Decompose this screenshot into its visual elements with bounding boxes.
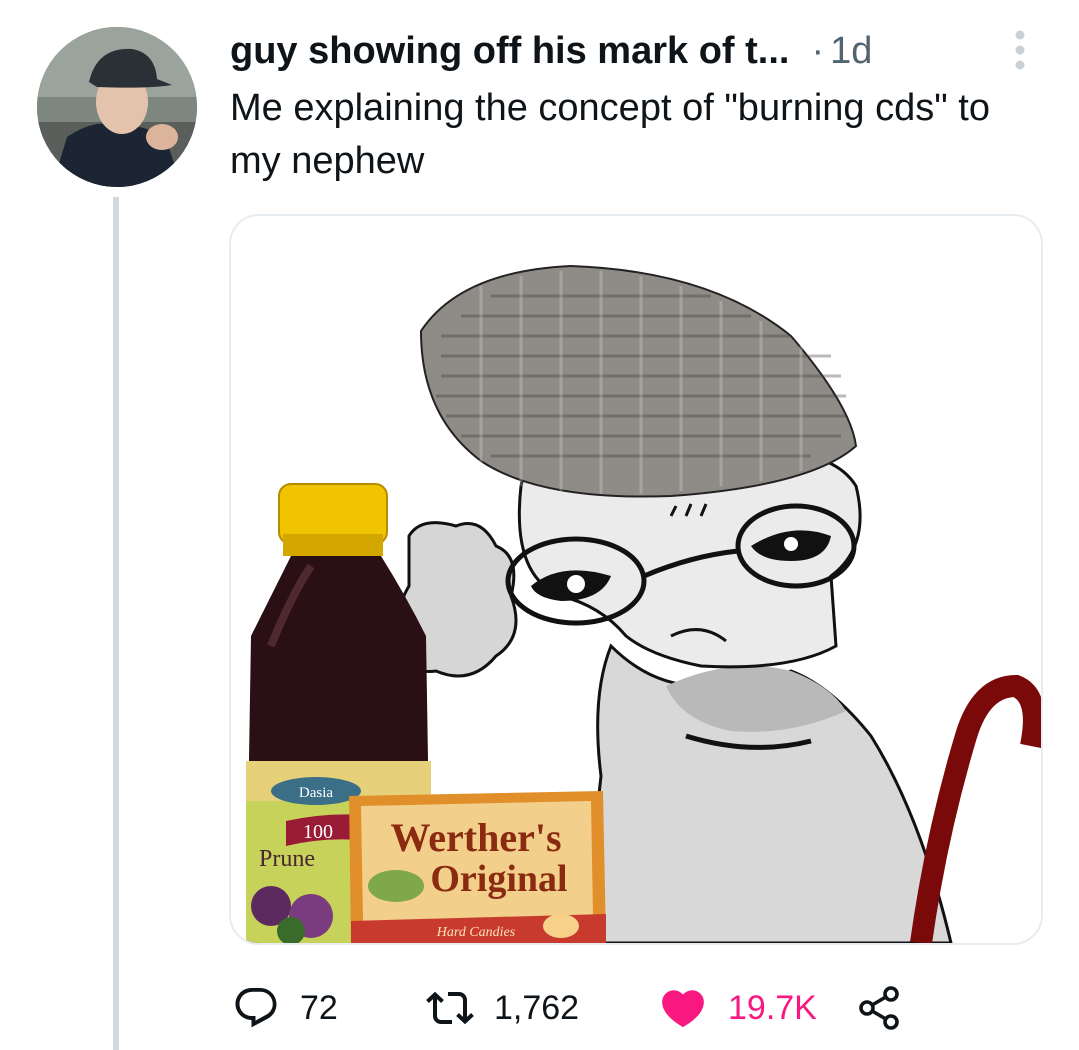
candy-brand-line2: Original [430, 858, 567, 900]
like-button[interactable]: 19.7K [658, 978, 817, 1038]
juice-flavor-label: Prune [259, 846, 315, 872]
retweet-count: 1,762 [494, 988, 580, 1027]
retweet-icon [426, 991, 474, 1025]
more-vertical-icon [1015, 30, 1025, 70]
tweet-actions: 72 1,762 19.7K [230, 978, 1030, 1038]
juice-percent-label: 100 [303, 821, 333, 843]
candy-subtitle: Hard Candies [436, 925, 516, 940]
share-icon [859, 986, 899, 1030]
thread-line [113, 197, 119, 1050]
header-separator: · [811, 29, 825, 72]
author-avatar[interactable] [37, 27, 197, 187]
tweet: guy showing off his mark of t... · 1d Me… [0, 0, 1079, 1050]
juice-brand-label: Dasia [299, 785, 333, 801]
reply-count: 72 [300, 988, 338, 1027]
avatar-photo [37, 27, 197, 187]
retweet-button[interactable]: 1,762 [426, 978, 579, 1038]
author-display-name[interactable]: guy showing off his mark of t... [230, 30, 789, 73]
tweet-timestamp[interactable]: 1d [830, 30, 872, 73]
tweet-media-image[interactable]: Dasia 100 Prune Werther's Original Hard … [229, 214, 1043, 945]
reply-button[interactable]: 72 [232, 978, 338, 1038]
heart-icon [662, 990, 704, 1028]
share-button[interactable] [855, 978, 903, 1038]
reply-icon [235, 988, 277, 1028]
meme-illustration: Dasia 100 Prune Werther's Original Hard … [231, 216, 1041, 943]
tweet-text: Me explaining the concept of "burning cd… [230, 87, 990, 182]
like-count: 19.7K [728, 988, 817, 1027]
more-options-button[interactable] [1008, 28, 1032, 72]
tweet-header: guy showing off his mark of t... · 1d [230, 26, 1030, 76]
candy-brand-line1: Werther's [390, 815, 561, 860]
